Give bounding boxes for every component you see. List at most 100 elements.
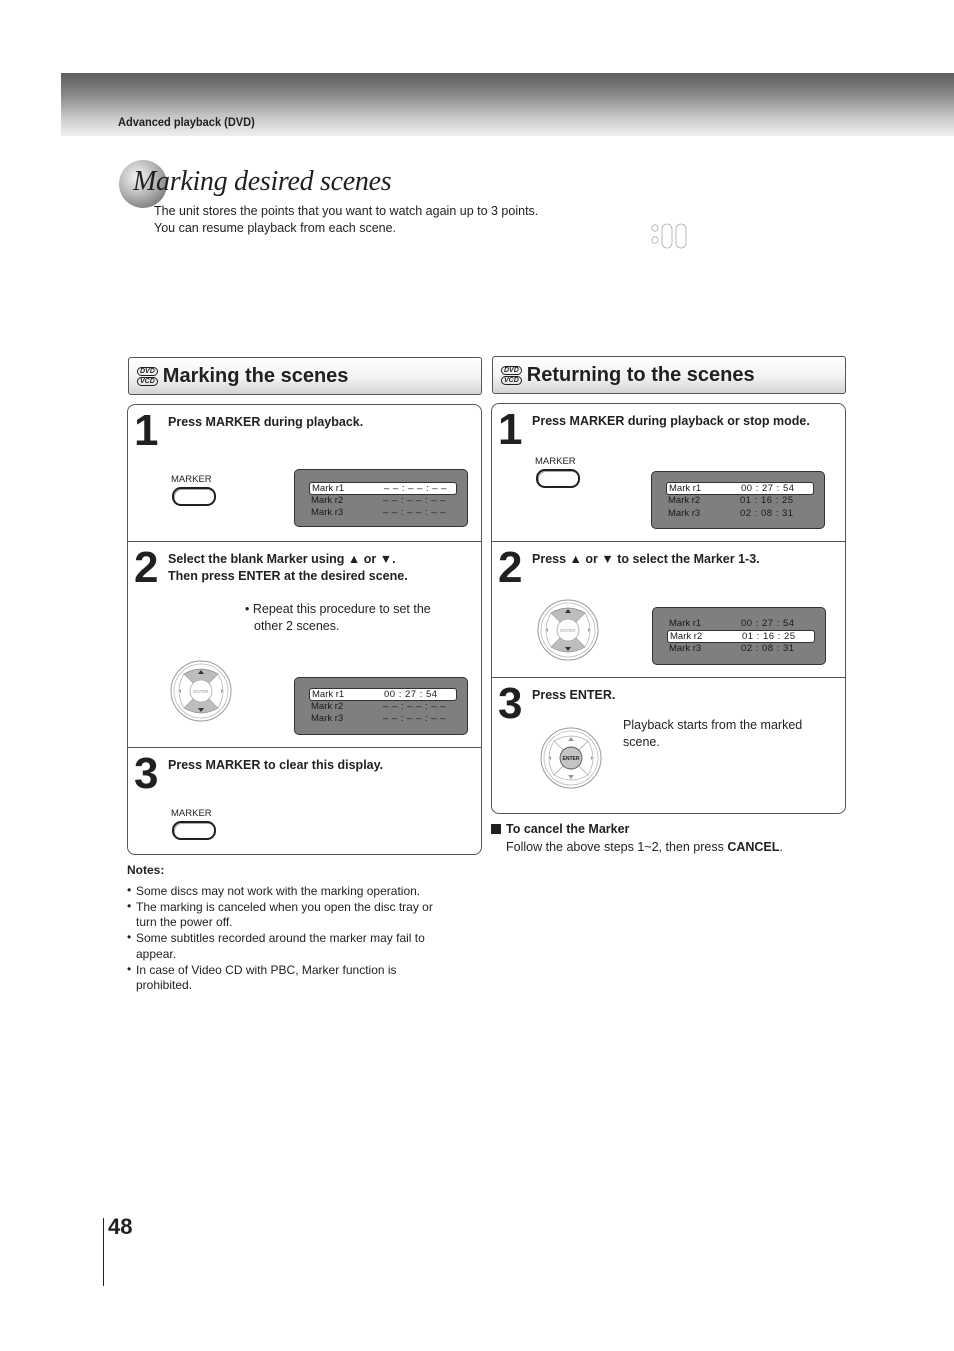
marker-button-icon xyxy=(172,821,216,840)
marker-button-icon xyxy=(536,469,580,488)
note-item: • In case of Video CD with PBC, Marker fu… xyxy=(127,962,467,994)
cancel-heading: To cancel the Marker xyxy=(491,820,783,838)
osd-value: 02 : 08 : 31 xyxy=(741,643,795,654)
cancel-key: CANCEL xyxy=(727,840,780,854)
osd-value: 02 : 08 : 31 xyxy=(740,508,794,519)
osd-row: Mark r1 00 : 27 : 54 xyxy=(666,482,814,495)
osd-marker-list: Mark r1 00 : 27 : 54 Mark r2 – – : – – : –… xyxy=(294,677,468,735)
step-number: 3 xyxy=(134,749,159,798)
note-line: appear. xyxy=(136,946,177,961)
osd-value: – – : – – : – – xyxy=(384,483,447,494)
osd-value: 01 : 16 : 25 xyxy=(740,495,794,506)
osd-value: 01 : 16 : 25 xyxy=(742,631,796,642)
note-line: Some subtitles recorded around the marke… xyxy=(136,931,425,945)
osd-label: Mark r2 xyxy=(668,495,701,506)
osd-value: – – : – – : – – xyxy=(383,495,446,506)
section-label: Advanced playback (DVD) xyxy=(118,115,255,129)
dvd-badge: DVD xyxy=(137,366,158,376)
section-heading-returning: DVD VCD Returning to the scenes xyxy=(492,356,846,394)
osd-row: Mark r2 – – : – – : – – xyxy=(309,701,455,712)
osd-label: Mark r2 xyxy=(311,701,344,712)
description-line: Playback starts from the marked xyxy=(623,718,803,732)
osd-value: – – : – – : – – xyxy=(383,701,446,712)
vcd-badge: VCD xyxy=(137,376,158,386)
note-line: The marking is canceled when you open th… xyxy=(136,899,433,914)
step-number: 1 xyxy=(134,406,159,455)
svg-text:ENTER: ENTER xyxy=(560,628,576,633)
step-3: 3 Press MARKER to clear this display. MA… xyxy=(128,747,481,854)
step-instruction: Press MARKER during playback. xyxy=(168,415,364,429)
dpad-enter-icon: ENTER xyxy=(540,727,602,789)
marker-button-label: MARKER xyxy=(171,808,212,819)
osd-row: Mark r3 – – : – – : – – xyxy=(309,507,455,518)
square-bullet-icon xyxy=(491,824,501,834)
osd-row: Mark r2 – – : – – : – – xyxy=(309,495,455,506)
osd-row: Mark r3 02 : 08 : 31 xyxy=(667,643,813,654)
marker-button-label: MARKER xyxy=(535,456,576,467)
intro-line: You can resume playback from each scene. xyxy=(154,220,397,235)
step-number: 2 xyxy=(498,543,523,592)
osd-row: Mark r1 00 : 27 : 54 xyxy=(309,688,457,701)
intro-line: The unit stores the points that you want… xyxy=(154,204,539,218)
osd-row: Mark r1 00 : 27 : 54 xyxy=(667,618,813,629)
dpad-up-down-icon: ENTER xyxy=(537,599,599,661)
disc-badge-icon: DVD VCD xyxy=(137,366,158,386)
svg-text:ENTER: ENTER xyxy=(193,689,209,694)
osd-value: 00 : 27 : 54 xyxy=(741,483,795,494)
disc-badge-icon: DVD VCD xyxy=(501,365,522,385)
step-instruction: Press MARKER during playback or stop mod… xyxy=(532,414,810,428)
note-item: • Some subtitles recorded around the mark… xyxy=(127,930,467,962)
section-heading-text: Marking the scenes xyxy=(162,364,349,387)
osd-label: Mark r3 xyxy=(311,713,344,724)
step-instruction: Press ▲ or ▼ to select the Marker 1-3. xyxy=(532,552,760,566)
vcd-badge: VCD xyxy=(501,375,522,385)
step-number: 1 xyxy=(498,405,523,454)
osd-row: Mark r3 02 : 08 : 31 xyxy=(666,508,812,519)
cancel-heading-text: To cancel the Marker xyxy=(506,822,630,836)
marking-steps-panel: 1 Press MARKER during playback. MARKER M… xyxy=(127,404,482,855)
osd-value: 00 : 27 : 54 xyxy=(384,689,438,700)
step-number: 3 xyxy=(498,679,523,728)
osd-value: – – : – – : – – xyxy=(383,507,446,518)
osd-marker-list: Mark r1 – – : – – : – – Mark r2 – – : – – … xyxy=(294,469,468,527)
step-bullet: • Repeat this procedure to set the other… xyxy=(245,601,431,634)
page-number: 48 xyxy=(108,1214,133,1239)
marker-button-icon xyxy=(172,487,216,506)
osd-label: Mark r1 xyxy=(312,689,345,700)
osd-value: 00 : 27 : 54 xyxy=(741,618,795,629)
notes-heading: Notes: xyxy=(127,863,165,877)
note-item: • Some discs may not work with the markin… xyxy=(127,883,467,900)
osd-row: Mark r3 – – : – – : – – xyxy=(309,713,455,724)
cancel-marker-note: To cancel the Marker Follow the above st… xyxy=(491,820,783,856)
osd-label: Mark r1 xyxy=(669,483,702,494)
cancel-text: Follow the above steps 1~2, then press C… xyxy=(491,838,783,856)
osd-row: Mark r1 – – : – – : – – xyxy=(309,482,457,495)
notes-list: • Some discs may not work with the markin… xyxy=(127,883,467,994)
osd-marker-list: Mark r1 00 : 27 : 54 Mark r2 01 : 16 : 25 … xyxy=(651,471,825,529)
osd-value: – – : – – : – – xyxy=(383,713,446,724)
step-2: 2 Press ▲ or ▼ to select the Marker 1-3.… xyxy=(492,541,845,678)
note-line: Some discs may not work with the marking… xyxy=(136,883,421,898)
section-heading-marking: DVD VCD Marking the scenes xyxy=(128,357,482,395)
dpad-up-down-icon: ENTER xyxy=(170,660,232,722)
page-title: Marking desired scenes xyxy=(133,166,392,197)
osd-label: Mark r3 xyxy=(668,508,701,519)
intro-text: The unit stores the points that you want… xyxy=(154,203,538,236)
osd-row: Mark r2 01 : 16 : 25 xyxy=(667,630,815,643)
cancel-text-part: Follow the above steps 1~2, then press xyxy=(506,840,728,854)
dvd-badge: DVD xyxy=(501,365,522,375)
step-instruction: Press MARKER to clear this display. xyxy=(168,758,384,772)
osd-row: Mark r2 01 : 16 : 25 xyxy=(666,495,812,506)
note-item: • The marking is canceled when you open t… xyxy=(127,899,467,931)
osd-label: Mark r2 xyxy=(311,495,344,506)
osd-marker-list: Mark r1 00 : 27 : 54 Mark r2 01 : 16 : 25 … xyxy=(652,607,826,665)
osd-label: Mark r3 xyxy=(311,507,344,518)
step-instruction: Select the blank Marker using ▲ or ▼. Th… xyxy=(168,551,408,585)
step-number: 2 xyxy=(134,543,159,592)
svg-text:ENTER: ENTER xyxy=(563,756,580,762)
step-instruction-line: Then press ENTER at the desired scene. xyxy=(168,569,408,583)
bullet-line: • Repeat this procedure to set the xyxy=(245,602,431,616)
step-3: 3 Press ENTER. ENTER Playback starts fro… xyxy=(492,677,845,813)
osd-label: Mark r1 xyxy=(669,618,702,629)
dolby-logo-icon xyxy=(651,223,687,249)
